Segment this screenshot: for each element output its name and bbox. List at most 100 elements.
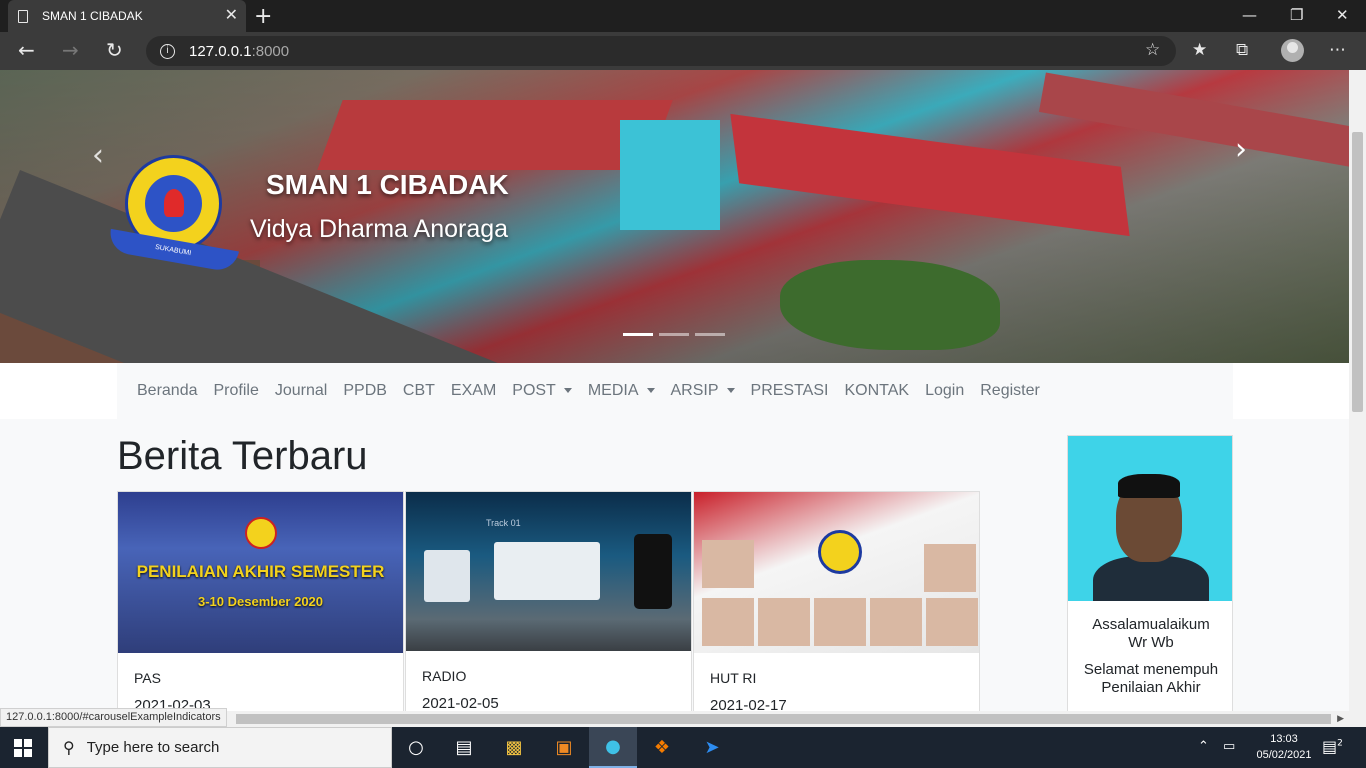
battery-icon[interactable]: ▭ [1223, 739, 1235, 754]
favorites-icon[interactable]: ★ [1192, 40, 1207, 60]
news-card-date: 2021-02-17 [710, 697, 787, 711]
task-view-icon[interactable]: ▤ [440, 727, 488, 768]
banner-heading: PENILAIAN AKHIR SEMESTER [136, 562, 385, 581]
add-favorite-icon[interactable]: ☆ [1145, 40, 1160, 60]
nav-cbt[interactable]: CBT [395, 382, 443, 400]
track-label: Track 01 [486, 518, 521, 528]
collections-icon[interactable]: ⧉ [1236, 40, 1248, 60]
news-card-image[interactable] [694, 492, 979, 653]
participant-photo [924, 544, 976, 592]
taskbar: ⚲ Type here to search ○ ▤ ▩ ▣ ● ❖ ➤ ⌃ ▭ … [0, 727, 1366, 768]
news-card-date: 2021-02-05 [422, 695, 499, 711]
tab-title: SMAN 1 CIBADAK [42, 9, 143, 23]
news-card[interactable]: Track 01 RADIO 2021-02-05 [405, 491, 692, 711]
news-card-image[interactable]: PENILAIAN AKHIR SEMESTER 3-10 Desember 2… [118, 492, 403, 653]
principal-card: Assalamualaikum Wr Wb Selamat menempuh P… [1067, 435, 1233, 711]
participant-photo [926, 598, 978, 646]
taskbar-clock[interactable]: 13:03 05/02/2021 [1254, 731, 1314, 763]
vertical-scrollbar[interactable] [1349, 70, 1366, 711]
forward-icon[interactable]: → [62, 38, 79, 62]
minimize-icon[interactable]: — [1242, 6, 1257, 24]
url-port: :8000 [251, 42, 290, 60]
nav-media-dropdown[interactable]: MEDIA [580, 382, 663, 400]
carousel-indicator[interactable] [695, 333, 725, 336]
principal-greeting: Assalamualaikum Wr Wb [1092, 616, 1210, 651]
cortana-icon[interactable]: ○ [392, 727, 440, 768]
chevron-down-icon [563, 388, 572, 394]
nav-journal[interactable]: Journal [267, 382, 335, 400]
nav-post-dropdown[interactable]: POST [504, 382, 580, 400]
news-card-title[interactable]: PAS [134, 670, 161, 686]
school-logo [245, 517, 277, 549]
more-icon[interactable]: ⋯ [1329, 40, 1346, 60]
carousel-indicator[interactable] [623, 333, 653, 336]
hero-photo-trees [780, 260, 1000, 350]
page-icon [18, 9, 28, 23]
participant-photo [870, 598, 922, 646]
clock-time: 13:03 [1270, 733, 1298, 745]
hero-photo-building [620, 120, 720, 230]
refresh-icon[interactable]: ↻ [106, 38, 123, 62]
phone-screen [424, 550, 470, 602]
browser-tab[interactable]: SMAN 1 CIBADAK ✕ [8, 0, 246, 32]
school-logo [818, 530, 862, 574]
nav-ppdb[interactable]: PPDB [335, 382, 395, 400]
news-card-title[interactable]: HUT RI [710, 670, 756, 686]
banner-date: 3-10 Desember 2020 [197, 594, 324, 609]
hero-motto: Vidya Dharma Anoraga [250, 215, 509, 243]
participant-photo [758, 598, 810, 646]
close-tab-icon[interactable]: ✕ [225, 8, 238, 24]
principal-message: Selamat menempuh Penilaian Akhir [1083, 661, 1219, 696]
news-card[interactable]: HUT RI 2021-02-17 [693, 491, 980, 711]
new-tab-button[interactable]: + [254, 4, 272, 29]
chevron-down-icon [726, 388, 735, 394]
hero-title: SMAN 1 CIBADAK [266, 169, 509, 200]
news-card[interactable]: PENILAIAN AKHIR SEMESTER 3-10 Desember 2… [117, 491, 404, 711]
phone-screen [634, 534, 672, 609]
hero-carousel: SUKABUMI SMAN 1 CIBADAK Vidya Dharma Ano… [0, 70, 1349, 363]
carousel-indicator[interactable] [659, 333, 689, 336]
profile-icon[interactable] [1281, 39, 1304, 62]
chevron-down-icon [646, 388, 655, 394]
url-host: 127.0.0.1 [189, 42, 252, 60]
nav-prestasi[interactable]: PRESTASI [743, 382, 837, 400]
nav-beranda[interactable]: Beranda [129, 382, 206, 400]
address-bar[interactable]: i 127.0.0.1:8000 [146, 36, 1176, 66]
page-viewport: SUKABUMI SMAN 1 CIBADAK Vidya Dharma Ano… [0, 70, 1349, 711]
nav-register[interactable]: Register [972, 382, 1048, 400]
nav-kontak[interactable]: KONTAK [836, 382, 917, 400]
main-navbar: Beranda Profile Journal PPDB CBT EXAM PO… [117, 363, 1233, 419]
restore-icon[interactable]: ❐ [1290, 6, 1303, 24]
carousel-prev-icon[interactable]: ‹ [92, 138, 104, 173]
back-icon[interactable]: ← [18, 38, 35, 62]
news-card-title[interactable]: RADIO [422, 668, 466, 684]
news-card-image[interactable]: Track 01 [406, 492, 691, 651]
nav-media-label: MEDIA [587, 382, 639, 399]
radio-app-screen [494, 542, 600, 600]
clock-date: 05/02/2021 [1256, 749, 1312, 761]
sublime-text-icon[interactable]: ▣ [540, 727, 588, 768]
xampp-icon[interactable]: ❖ [638, 727, 686, 768]
section-title: Berita Terbaru [117, 434, 368, 478]
hero-photo-roof [1038, 72, 1349, 168]
tray-chevron-up-icon[interactable]: ⌃ [1198, 739, 1209, 754]
file-explorer-icon[interactable]: ▩ [490, 727, 538, 768]
nav-profile[interactable]: Profile [206, 382, 267, 400]
info-icon[interactable]: i [160, 43, 175, 59]
carousel-next-icon[interactable]: › [1235, 132, 1247, 167]
window-close-icon[interactable]: ✕ [1336, 6, 1349, 24]
participant-photo [702, 540, 754, 588]
notification-count: 2 [1337, 738, 1343, 749]
nav-exam[interactable]: EXAM [443, 382, 504, 400]
nav-login[interactable]: Login [917, 382, 972, 400]
vscode-icon[interactable]: ➤ [688, 727, 736, 768]
edge-browser-icon[interactable]: ● [589, 727, 637, 768]
participant-photo [814, 598, 866, 646]
carousel-indicators [623, 333, 725, 336]
hero-photo-roof [730, 113, 1130, 237]
taskbar-search-input[interactable]: ⚲ Type here to search [48, 727, 392, 768]
notification-icon[interactable]: ▤2 [1322, 737, 1343, 756]
search-placeholder: Type here to search [86, 739, 220, 756]
windows-start-icon[interactable] [14, 739, 32, 757]
nav-arsip-dropdown[interactable]: ARSIP [663, 382, 743, 400]
